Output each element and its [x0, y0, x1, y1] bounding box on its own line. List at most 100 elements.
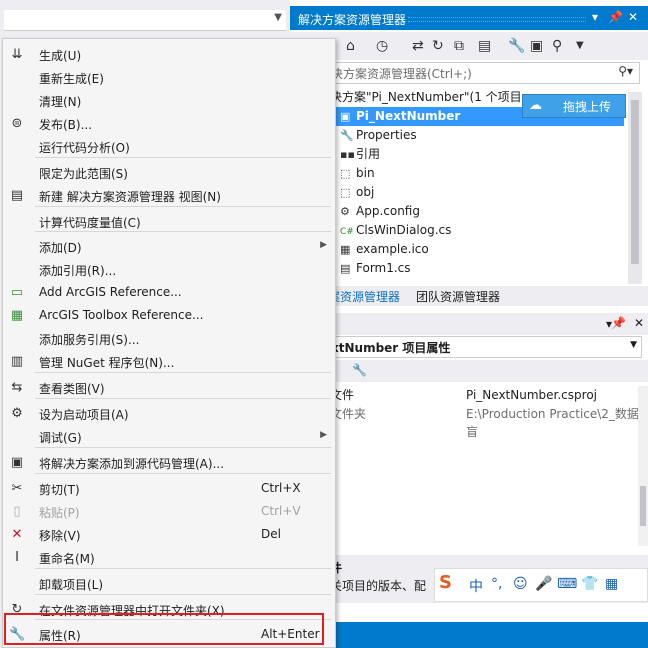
- ime-chinese-mode[interactable]: 中: [469, 576, 483, 596]
- chevron-down-icon[interactable]: ▼: [576, 40, 584, 51]
- menu-item-label: 查看类图(V): [39, 382, 105, 396]
- tree-item[interactable]: ▤ Form1.cs: [340, 259, 411, 278]
- member-dropdown[interactable]: ▼: [4, 10, 286, 31]
- tree-item[interactable]: ⚙ App.config: [340, 202, 420, 221]
- menu-item[interactable]: 添加服务引用(S)...: [3, 327, 335, 350]
- history-icon[interactable]: ◷: [376, 38, 388, 54]
- arcgis-reference-icon: ▭: [10, 285, 24, 300]
- menu-item[interactable]: ✕ 移除(V) Del: [3, 523, 335, 546]
- class-view-icon[interactable]: ⚲: [552, 38, 562, 54]
- property-row[interactable]: 文件 Pi_NextNumber.csproj: [330, 386, 640, 404]
- menu-item[interactable]: 运行代码分析(O): [3, 135, 335, 158]
- menu-item[interactable]: 重新生成(E): [3, 66, 335, 89]
- menu-item[interactable]: 限定为此范围(S): [3, 161, 335, 184]
- menu-item-shortcut: Del: [261, 527, 281, 541]
- tree-item[interactable]: ⬚ bin: [340, 164, 375, 183]
- toolbox-icon[interactable]: ▦: [605, 576, 618, 592]
- skin-icon[interactable]: 👕: [581, 576, 598, 592]
- title-grip: [408, 17, 586, 22]
- solution-explorer-title-bar: 解决方案资源管理器 ▾ 📌 ✕: [290, 6, 648, 30]
- property-value: Pi_NextNumber.csproj: [466, 388, 597, 402]
- menu-item[interactable]: 添加引用(R)...: [3, 258, 335, 281]
- preview-icon[interactable]: ▣: [530, 38, 543, 54]
- new-view-icon: ▤: [10, 188, 24, 203]
- close-icon[interactable]: ✕: [628, 10, 638, 24]
- collapse-all-icon[interactable]: ⧉: [454, 38, 464, 54]
- tree-item-label: obj: [356, 185, 375, 199]
- menu-item-label: 发布(B)...: [39, 118, 93, 132]
- tree-item[interactable]: C# ClsWinDialog.cs: [340, 221, 451, 240]
- tab-solution-explorer[interactable]: 案资源管理器: [328, 288, 400, 305]
- submenu-arrow-icon: ▶: [320, 430, 327, 440]
- property-row[interactable]: 文件夹 E:\Production Practice\2_数据盲: [330, 405, 640, 439]
- menu-item[interactable]: ✂ 剪切(T) Ctrl+X: [3, 477, 335, 500]
- tree-scrollbar[interactable]: [628, 92, 642, 284]
- highlight-box: [4, 613, 324, 645]
- tree-item[interactable]: ▪▪引用: [340, 145, 380, 164]
- sogou-logo-icon[interactable]: S: [439, 572, 452, 593]
- menu-item[interactable]: ▣ 将解决方案添加到源代码管理(A)...: [3, 451, 335, 474]
- dropdown-icon[interactable]: ▾: [592, 10, 598, 24]
- close-icon[interactable]: ✕: [634, 316, 644, 330]
- scissors-icon: ✂: [11, 481, 23, 496]
- properties-object-selector[interactable]: xtNumber 项目属性 ▼: [330, 336, 642, 358]
- wrench-icon: 🔧: [340, 129, 354, 142]
- refresh-icon[interactable]: ↻: [432, 38, 444, 54]
- tree-item-label: App.config: [356, 204, 420, 218]
- keyboard-icon[interactable]: ⌨: [557, 576, 577, 592]
- search-icon[interactable]: ⚲▾: [618, 64, 633, 78]
- ime-toolbar: S 中 °, ☺ 🎤 ⌨ 👕 ▦: [434, 568, 648, 602]
- scroll-thumb[interactable]: [631, 100, 639, 264]
- tree-item[interactable]: 🔧 Properties: [340, 126, 417, 145]
- menu-item-label: 重命名(M): [39, 552, 95, 566]
- tree-item[interactable]: ⬚ obj: [340, 183, 374, 202]
- tree-item[interactable]: ▣ Pi_NextNumber: [340, 107, 460, 126]
- menu-item[interactable]: 添加(D) ▶: [3, 235, 335, 258]
- menu-item-label: Add ArcGIS Reference...: [39, 285, 182, 299]
- microphone-icon[interactable]: 🎤: [535, 576, 552, 592]
- property-value: E:\Production Practice\2_数据盲: [466, 407, 639, 439]
- menu-item[interactable]: ⊜ 发布(B)...: [3, 112, 335, 135]
- menu-item-label: 添加(D): [39, 241, 82, 255]
- pin-icon[interactable]: 📌: [608, 10, 623, 24]
- menu-item[interactable]: ▤ 新建 解决方案资源管理器 视图(N): [3, 184, 335, 207]
- menu-item[interactable]: ⚙ 设为启动项目(A): [3, 402, 335, 425]
- menu-item-label: 计算代码度量值(C): [39, 216, 141, 230]
- menu-item[interactable]: ⇊ 生成(U): [3, 43, 335, 66]
- emoji-icon[interactable]: ☺: [513, 576, 528, 592]
- wrench-icon[interactable]: 🔧: [352, 363, 367, 377]
- submenu-arrow-icon: ▶: [320, 240, 327, 250]
- search-input[interactable]: 决方案资源管理器(Ctrl+;) ⚲▾: [330, 62, 640, 84]
- scroll-thumb[interactable]: [640, 486, 646, 526]
- menu-item[interactable]: 清理(N): [3, 89, 335, 112]
- menu-item-label: ArcGIS Toolbox Reference...: [39, 308, 204, 322]
- wrench-icon[interactable]: 🔧: [508, 38, 525, 54]
- menu-item[interactable]: 卸载项目(L): [3, 572, 335, 595]
- build-icon: ⇊: [11, 47, 23, 62]
- properties-scrollbar[interactable]: [638, 386, 648, 546]
- menu-item[interactable]: ▦ ArcGIS Toolbox Reference...: [3, 304, 335, 327]
- menu-item[interactable]: ⇆ 查看类图(V): [3, 376, 335, 399]
- tree-item[interactable]: ▦ example.ico: [340, 240, 429, 259]
- tree-item-label: ClsWinDialog.cs: [356, 223, 452, 237]
- tab-team-explorer[interactable]: 团队资源管理器: [416, 288, 500, 305]
- upload-button[interactable]: ☁ 拖拽上传: [522, 94, 626, 118]
- menu-item: ▯ 粘贴(P) Ctrl+V: [3, 500, 335, 523]
- menu-item[interactable]: 计算代码度量值(C): [3, 210, 335, 233]
- sync-icon[interactable]: ⇄: [412, 38, 424, 54]
- solution-node[interactable]: 决方案"Pi_NextNumber"(1 个项目: [330, 88, 522, 107]
- show-all-files-icon[interactable]: ▤: [478, 38, 491, 54]
- menu-item-shortcut: Ctrl+V: [261, 504, 301, 518]
- ime-punctuation[interactable]: °,: [491, 576, 502, 592]
- menu-item[interactable]: 调试(G) ▶: [3, 425, 335, 448]
- upload-label: 拖拽上传: [563, 100, 612, 114]
- pin-icon[interactable]: 📌: [611, 316, 626, 330]
- menu-item[interactable]: ▭ Add ArcGIS Reference...: [3, 281, 335, 304]
- home-icon[interactable]: ⌂: [346, 38, 355, 54]
- menu-item-label: 卸载项目(L): [39, 578, 104, 592]
- properties-selector-label: xtNumber 项目属性: [331, 341, 451, 355]
- menu-item-label: 将解决方案添加到源代码管理(A)...: [39, 457, 225, 471]
- menu-item[interactable]: ▥ 管理 NuGet 程序包(N)...: [3, 350, 335, 373]
- config-file-icon: ⚙: [340, 205, 350, 218]
- menu-item[interactable]: I 重命名(M): [3, 546, 335, 569]
